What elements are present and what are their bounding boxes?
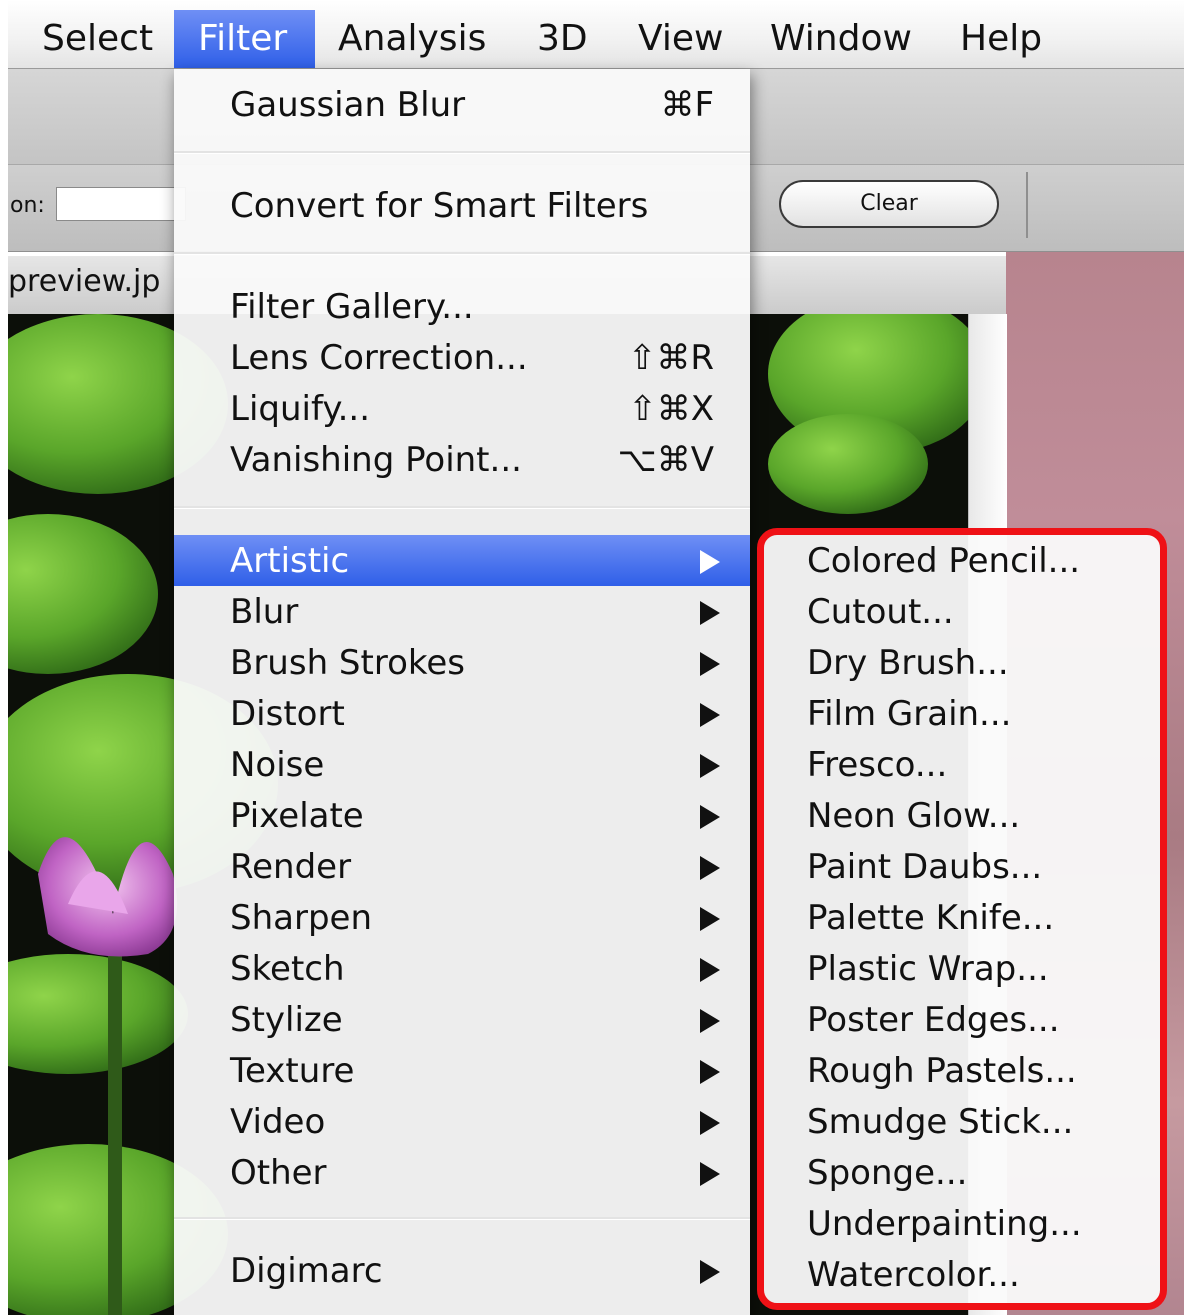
submenu-arrow-icon — [700, 550, 720, 574]
menu-item-label: Filter Gallery... — [230, 287, 474, 327]
menu-help[interactable]: Help — [960, 10, 1042, 68]
menu-item-label: Distort — [230, 694, 345, 734]
submenu-arrow-icon — [700, 652, 720, 676]
submenu-item-sponge[interactable]: Sponge... — [807, 1153, 967, 1204]
menu-window[interactable]: Window — [770, 10, 912, 68]
submenu-arrow-icon — [700, 1009, 720, 1033]
toolbar-divider — [1026, 172, 1028, 238]
menu-item-stylize[interactable]: Stylize — [174, 994, 750, 1045]
menu-item-label: Artistic — [230, 541, 350, 581]
menu-separator — [174, 506, 750, 509]
menu-item-lens-correction[interactable]: Lens Correction... ⇧⌘R — [174, 332, 750, 383]
submenu-item-colored-pencil[interactable]: Colored Pencil... — [807, 541, 1080, 592]
menu-item-sketch[interactable]: Sketch — [174, 943, 750, 994]
submenu-item-palette-knife[interactable]: Palette Knife... — [807, 898, 1054, 949]
menu-item-label: Texture — [230, 1051, 355, 1091]
menu-item-artistic[interactable]: Artistic — [174, 535, 750, 586]
menu-item-label: Render — [230, 847, 352, 887]
menu-item-label: Video — [230, 1102, 326, 1142]
menu-separator — [174, 1217, 750, 1220]
menu-item-label: Convert for Smart Filters — [230, 186, 649, 226]
menu-item-label: Stylize — [230, 1000, 343, 1040]
menu-item-label: Lens Correction... — [230, 338, 528, 378]
submenu-item-plastic-wrap[interactable]: Plastic Wrap... — [807, 949, 1049, 1000]
menu-item-liquify[interactable]: Liquify... ⇧⌘X — [174, 383, 750, 434]
menu-item-brush-strokes[interactable]: Brush Strokes — [174, 637, 750, 688]
menu-item-render[interactable]: Render — [174, 841, 750, 892]
submenu-item-watercolor[interactable]: Watercolor... — [807, 1255, 1020, 1306]
menu-item-shortcut: ⌘F — [660, 85, 714, 125]
menu-item-vanishing-point[interactable]: Vanishing Point... ⌥⌘V — [174, 434, 750, 485]
menu-item-shortcut: ⇧⌘R — [627, 338, 714, 378]
submenu-item-dry-brush[interactable]: Dry Brush... — [807, 643, 1009, 694]
menu-view[interactable]: View — [638, 10, 723, 68]
submenu-arrow-icon — [700, 856, 720, 880]
menu-item-label: Pixelate — [230, 796, 364, 836]
menu-select[interactable]: Select — [42, 10, 153, 68]
menu-filter[interactable]: Filter — [174, 10, 315, 68]
submenu-arrow-icon — [700, 958, 720, 982]
submenu-item-cutout[interactable]: Cutout... — [807, 592, 954, 643]
menu-separator — [174, 252, 750, 255]
submenu-arrow-icon — [700, 703, 720, 727]
submenu-arrow-icon — [700, 754, 720, 778]
submenu-item-fresco[interactable]: Fresco... — [807, 745, 947, 796]
submenu-arrow-icon — [700, 601, 720, 625]
menu-item-label: Sketch — [230, 949, 345, 989]
menu-item-label: Blur — [230, 592, 299, 632]
menu-item-gaussian-blur[interactable]: Gaussian Blur ⌘F — [174, 79, 750, 130]
menu-item-sharpen[interactable]: Sharpen — [174, 892, 750, 943]
menu-item-shortcut: ⇧⌘X — [628, 389, 714, 429]
menu-item-video[interactable]: Video — [174, 1096, 750, 1147]
submenu-arrow-icon — [700, 907, 720, 931]
menu-item-label: Other — [230, 1153, 327, 1193]
menu-item-label: Digimarc — [230, 1251, 383, 1291]
artistic-submenu: Colored Pencil... Cutout... Dry Brush...… — [757, 528, 1167, 1310]
menu-item-label: Noise — [230, 745, 325, 785]
menu-item-filter-gallery[interactable]: Filter Gallery... — [174, 281, 750, 332]
menu-item-distort[interactable]: Distort — [174, 688, 750, 739]
menu-item-label: Liquify... — [230, 389, 371, 429]
menu-item-label: Gaussian Blur — [230, 85, 466, 125]
submenu-item-film-grain[interactable]: Film Grain... — [807, 694, 1011, 745]
menu-3d[interactable]: 3D — [537, 10, 588, 68]
submenu-arrow-icon — [700, 1260, 720, 1284]
menu-item-texture[interactable]: Texture — [174, 1045, 750, 1096]
option-input[interactable] — [56, 187, 186, 221]
option-field-label: on: — [10, 193, 45, 218]
submenu-item-neon-glow[interactable]: Neon Glow... — [807, 796, 1020, 847]
submenu-arrow-icon — [700, 1162, 720, 1186]
submenu-item-paint-daubs[interactable]: Paint Daubs... — [807, 847, 1042, 898]
menu-item-label: Sharpen — [230, 898, 372, 938]
menu-item-convert-smart-filters[interactable]: Convert for Smart Filters — [174, 180, 750, 231]
submenu-arrow-icon — [700, 1111, 720, 1135]
menu-bar: Select Filter Analysis 3D View Window He… — [8, 0, 1184, 69]
submenu-item-smudge-stick[interactable]: Smudge Stick... — [807, 1102, 1073, 1153]
menu-item-label: Brush Strokes — [230, 643, 465, 683]
menu-item-noise[interactable]: Noise — [174, 739, 750, 790]
clear-button[interactable]: Clear — [779, 180, 999, 228]
submenu-arrow-icon — [700, 1060, 720, 1084]
submenu-item-poster-edges[interactable]: Poster Edges... — [807, 1000, 1060, 1051]
menu-item-label: Vanishing Point... — [230, 440, 522, 480]
menu-item-other[interactable]: Other — [174, 1147, 750, 1198]
submenu-arrow-icon — [700, 805, 720, 829]
menu-analysis[interactable]: Analysis — [338, 10, 486, 68]
menu-separator — [174, 151, 750, 154]
menu-item-digimarc[interactable]: Digimarc — [174, 1245, 750, 1296]
menu-item-pixelate[interactable]: Pixelate — [174, 790, 750, 841]
document-title: preview.jp — [8, 264, 161, 299]
menu-item-shortcut: ⌥⌘V — [617, 440, 714, 480]
filter-menu: Gaussian Blur ⌘F Convert for Smart Filte… — [174, 69, 750, 1315]
menu-item-blur[interactable]: Blur — [174, 586, 750, 637]
submenu-item-underpainting[interactable]: Underpainting... — [807, 1204, 1082, 1255]
submenu-item-rough-pastels[interactable]: Rough Pastels... — [807, 1051, 1077, 1102]
